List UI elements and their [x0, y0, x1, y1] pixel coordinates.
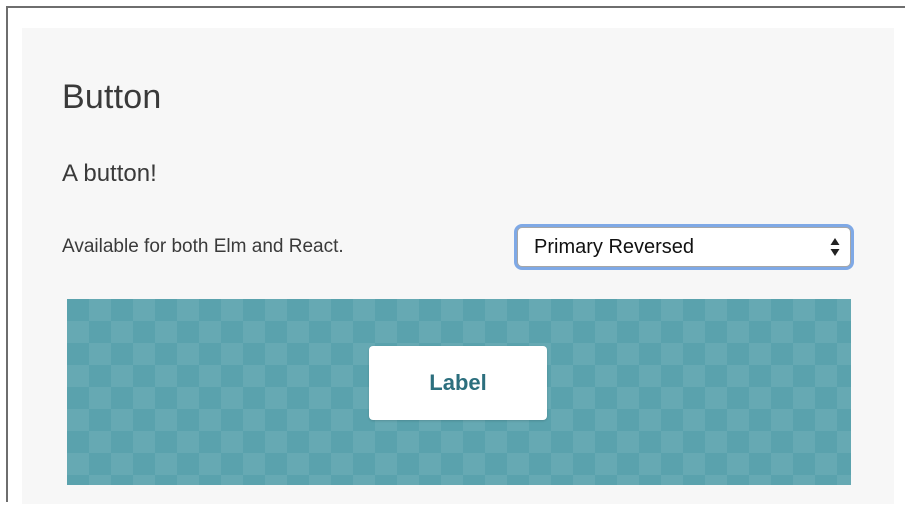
select-selected-value: Primary Reversed — [534, 235, 695, 258]
button-preview-area: Label — [67, 299, 851, 485]
label-button[interactable]: Label — [369, 346, 547, 420]
component-description: A button! — [62, 160, 157, 187]
window-frame: Button A button! Available for both Elm … — [6, 6, 905, 504]
component-panel: Button A button! Available for both Elm … — [22, 28, 894, 504]
page-title: Button — [62, 78, 162, 116]
up-down-arrows-icon — [830, 238, 840, 256]
availability-note: Available for both Elm and React. — [62, 236, 344, 257]
button-style-select[interactable]: Primary Reversed — [517, 227, 851, 267]
